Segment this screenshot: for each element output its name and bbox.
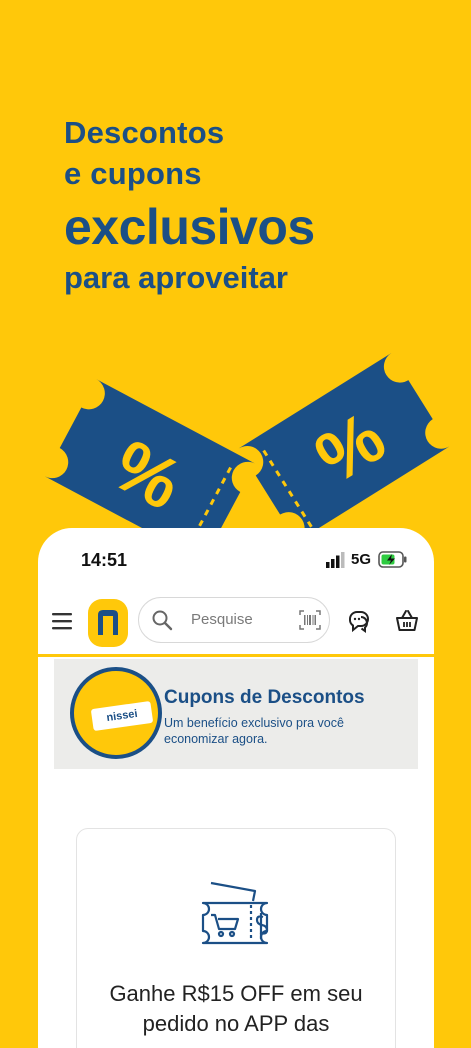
battery-icon: [378, 551, 407, 568]
network-type: 5G: [351, 551, 372, 568]
headline-line-4: para aproveitar: [64, 260, 288, 295]
coupons-banner[interactable]: nissei Cupons de Descontos Um benefício …: [54, 659, 418, 769]
headline-line-2: e cupons: [64, 156, 202, 191]
promo-headline: Descontos e cupons exclusivos para aprov…: [64, 112, 315, 298]
signal-icon: [326, 552, 345, 568]
status-bar: 14:51 5G: [38, 528, 434, 590]
coupon-card[interactable]: Ganhe R$15 OFF em seu pedido no APP das: [76, 828, 396, 1048]
search-input[interactable]: Pesquise: [191, 611, 253, 628]
barcode-icon[interactable]: [299, 610, 321, 630]
left-ticket: %: [44, 379, 256, 550]
coupon-cart-icon: [201, 881, 269, 945]
basket-icon[interactable]: [394, 608, 420, 634]
right-ticket: %: [238, 353, 450, 542]
phone-mockup: 14:51 5G Pesquise nissei Cupons de Desco…: [38, 528, 434, 1048]
app-header: Pesquise: [38, 592, 434, 657]
headline-line-1: Descontos: [64, 115, 225, 150]
banner-title: Cupons de Descontos: [164, 687, 365, 708]
headline-line-3: exclusivos: [64, 199, 315, 255]
logo-icon[interactable]: [88, 599, 128, 647]
search-bar[interactable]: Pesquise: [138, 597, 330, 643]
discount-tickets-illustration: % %: [44, 353, 450, 550]
menu-icon[interactable]: [52, 612, 74, 630]
status-time: 14:51: [81, 550, 128, 570]
banner-subtitle: Um benefício exclusivo pra você economiz…: [164, 716, 344, 746]
search-icon[interactable]: [151, 609, 173, 631]
chat-icon[interactable]: [346, 608, 372, 634]
coupon-card-text: Ganhe R$15 OFF em seu pedido no APP das: [109, 981, 363, 1036]
